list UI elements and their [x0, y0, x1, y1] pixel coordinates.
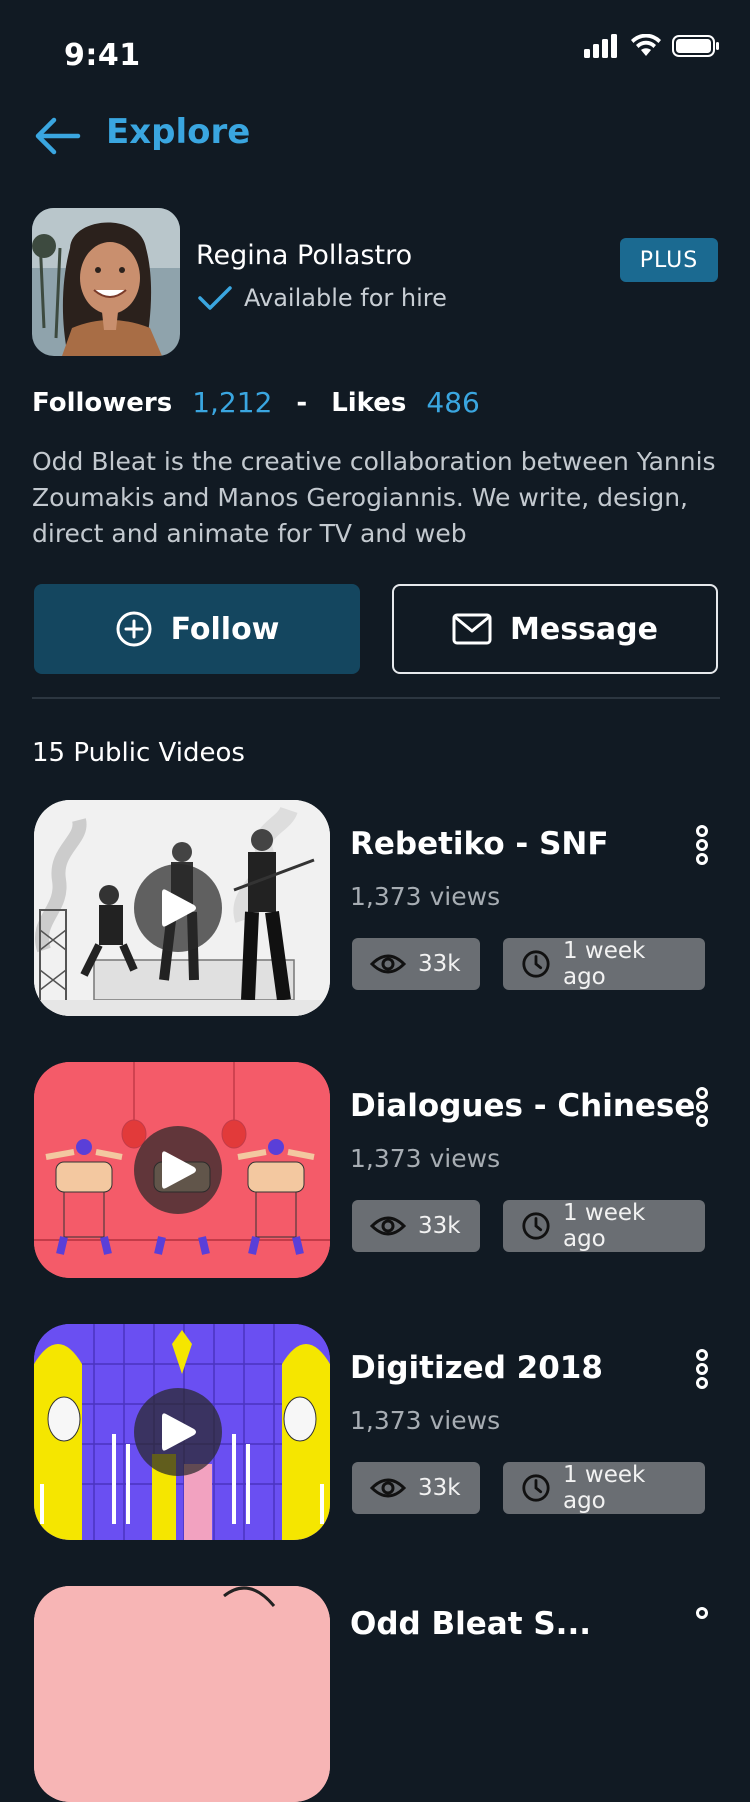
more-vertical-icon — [696, 1349, 708, 1389]
more-options-button[interactable] — [690, 825, 714, 865]
clock-icon — [522, 1474, 550, 1502]
video-thumbnail[interactable] — [34, 800, 330, 1016]
upload-time-chip: 1 week ago — [503, 938, 705, 990]
message-button[interactable]: Message — [392, 584, 718, 674]
follow-label: Follow — [170, 611, 280, 647]
mail-icon — [452, 613, 492, 645]
play-icon — [162, 1413, 196, 1451]
back-button[interactable] — [32, 112, 82, 160]
plus-badge: PLUS — [620, 238, 718, 282]
profile-bio: Odd Bleat is the creative collaboration … — [32, 447, 716, 548]
videos-heading: 15 Public Videos — [32, 738, 245, 768]
eye-icon — [370, 1216, 406, 1236]
video-title[interactable]: Digitized 2018 — [350, 1350, 603, 1386]
play-icon — [162, 1151, 196, 1189]
video-thumbnail[interactable] — [34, 1586, 330, 1802]
signal-icon — [584, 34, 617, 58]
upload-time: 1 week ago — [562, 1462, 646, 1514]
more-vertical-icon — [696, 1607, 708, 1619]
play-icon — [162, 889, 196, 927]
view-count-chip: 33k — [352, 1200, 480, 1252]
view-count-chip: 33k — [352, 938, 480, 990]
video-thumbnail[interactable] — [34, 1062, 330, 1278]
view-count-chip: 33k — [352, 1462, 480, 1514]
view-count: 33k — [418, 1213, 461, 1239]
eye-icon — [370, 954, 406, 974]
status-icons — [584, 34, 720, 58]
play-button[interactable] — [134, 864, 222, 952]
page-title: Explore — [106, 112, 251, 152]
status-time: 9:41 — [64, 38, 141, 73]
profile-name: Regina Pollastro — [196, 240, 413, 271]
followers-label: Followers — [32, 387, 173, 418]
view-count: 33k — [418, 1475, 461, 1501]
more-options-button[interactable] — [690, 1607, 714, 1647]
avatar — [32, 208, 180, 356]
upload-time: 1 week ago — [562, 1200, 646, 1252]
profile-stats: Followers 1,212 - Likes 486 — [32, 386, 480, 419]
battery-icon — [672, 35, 719, 57]
checkmark-icon — [198, 286, 232, 310]
plus-circle-icon — [116, 611, 152, 647]
clock-icon — [522, 950, 550, 978]
followers-count[interactable]: 1,212 — [192, 386, 272, 419]
video-title[interactable]: Rebetiko - SNF — [350, 826, 609, 862]
more-options-button[interactable] — [690, 1087, 714, 1127]
video-views: 1,373 views — [350, 1406, 501, 1435]
wifi-icon — [631, 34, 661, 56]
upload-time: 1 week ago — [562, 938, 646, 990]
more-vertical-icon — [696, 825, 708, 865]
follow-button[interactable]: Follow — [34, 584, 360, 674]
upload-time-chip: 1 week ago — [503, 1200, 705, 1252]
upload-time-chip: 1 week ago — [503, 1462, 705, 1514]
more-options-button[interactable] — [690, 1349, 714, 1389]
video-thumbnail[interactable] — [34, 1324, 330, 1540]
video-views: 1,373 views — [350, 1144, 501, 1173]
video-title[interactable]: Dialogues - Chinese — [350, 1088, 695, 1124]
more-vertical-icon — [696, 1087, 708, 1127]
view-count: 33k — [418, 951, 461, 977]
message-label: Message — [510, 611, 658, 647]
stats-separator: - — [296, 387, 308, 418]
video-title[interactable]: Odd Bleat S... — [350, 1606, 591, 1642]
likes-count[interactable]: 486 — [426, 386, 479, 419]
play-button[interactable] — [134, 1388, 222, 1476]
video-views: 1,373 views — [350, 882, 501, 911]
eye-icon — [370, 1478, 406, 1498]
availability-status: Available for hire — [198, 284, 447, 312]
section-divider — [32, 697, 720, 699]
availability-label: Available for hire — [244, 284, 447, 312]
arrow-left-icon — [35, 117, 81, 155]
likes-label: Likes — [331, 387, 407, 418]
clock-icon — [522, 1212, 550, 1240]
play-button[interactable] — [134, 1126, 222, 1214]
